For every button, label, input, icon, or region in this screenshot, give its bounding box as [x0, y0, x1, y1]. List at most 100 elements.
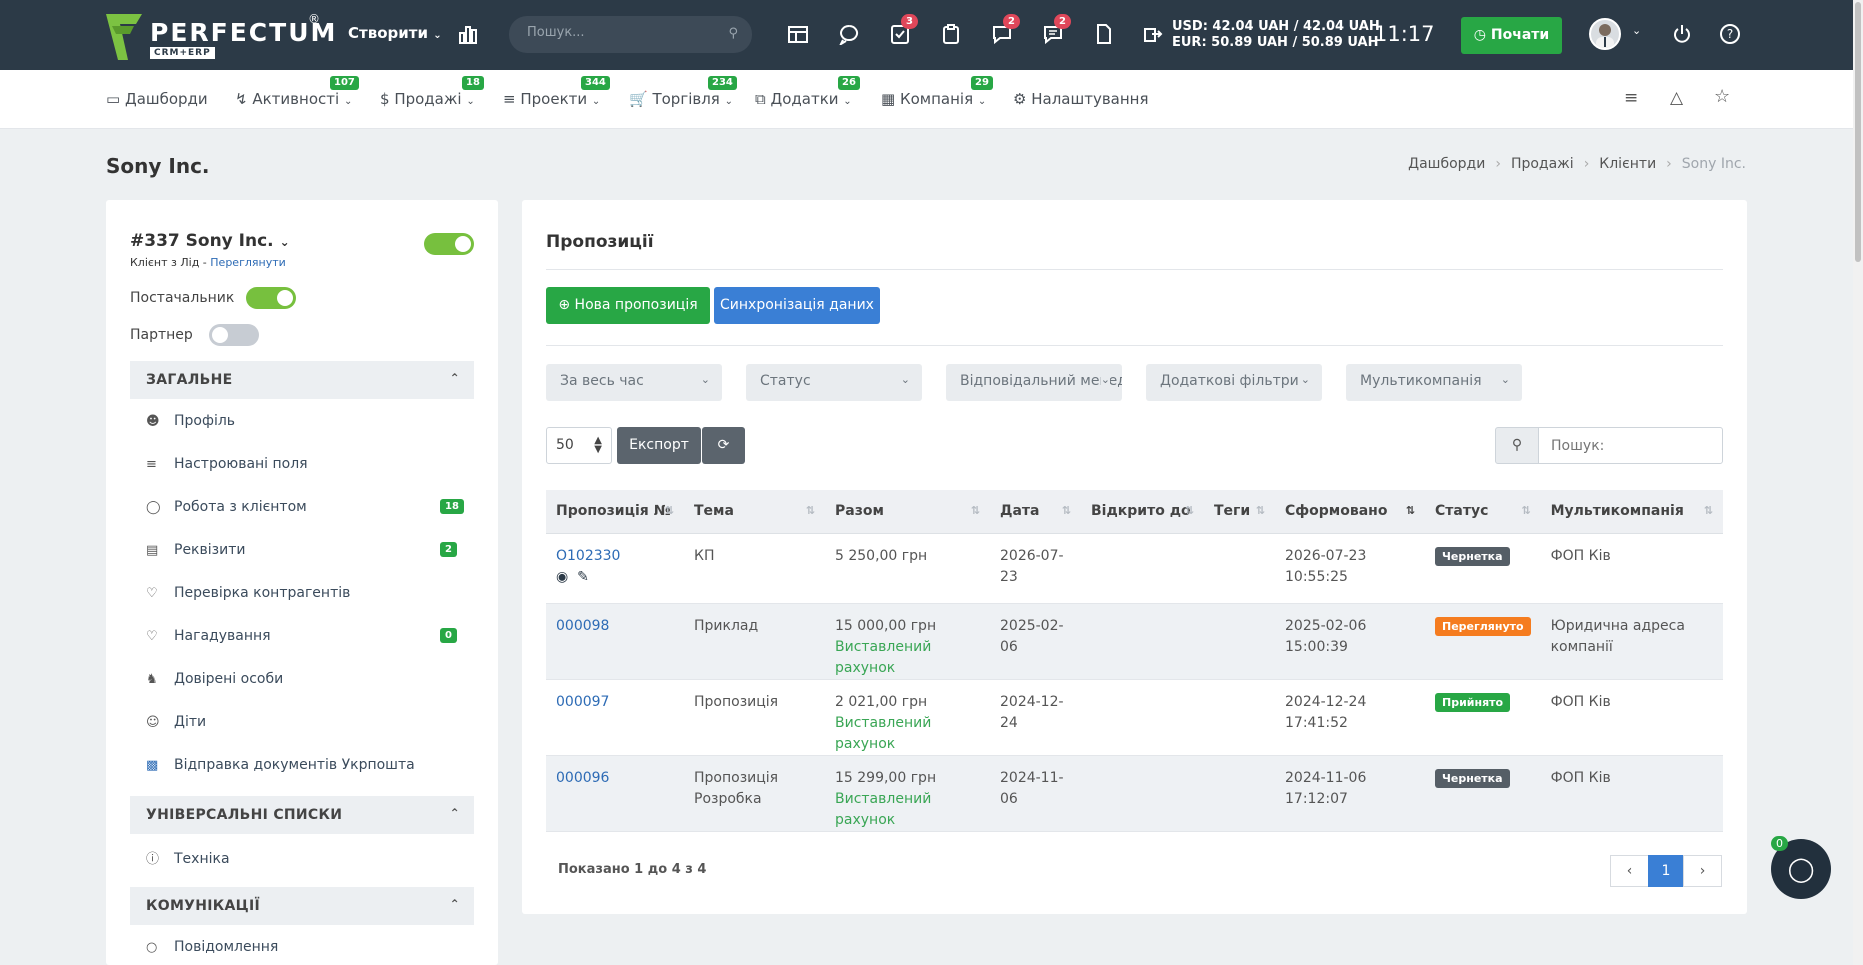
chat-icon[interactable]: 2	[990, 14, 1020, 47]
table-row[interactable]: 000096 Пропозиція Розробка 15 299,00 грн…	[546, 755, 1723, 832]
pagination-prev[interactable]: ‹	[1610, 855, 1649, 887]
table-row[interactable]: 000098 Приклад 15 000,00 грн Виставлений …	[546, 603, 1723, 680]
proposal-number-link[interactable]: 000098	[556, 618, 609, 634]
client-origin-link[interactable]: Переглянути	[210, 256, 285, 269]
help-icon[interactable]: ?	[1718, 23, 1742, 47]
menu-item-settings[interactable]: ⚙ Налаштування	[1013, 90, 1149, 108]
column-header-date[interactable]: Дата ⇅	[990, 490, 1081, 534]
section-general[interactable]: ЗАГАЛЬНЕ ⌃	[130, 361, 474, 399]
menu-item-dashboards[interactable]: ▭ Дашборди	[106, 90, 208, 108]
sidebar-item-reminders[interactable]: ♡ Нагадування	[146, 628, 271, 644]
tasks-icon[interactable]: 3	[888, 14, 918, 47]
client-name-dropdown[interactable]: #337 Sony Inc. ⌄	[130, 231, 290, 251]
column-header-created[interactable]: Сформовано ⇅	[1275, 490, 1425, 534]
filter-multicompany[interactable]: Мультикомпанія ⌄	[1346, 364, 1522, 401]
sync-data-button[interactable]: Синхронізація даних	[714, 287, 880, 324]
sidebar-item-requisites[interactable]: ▤ Реквізити	[146, 542, 245, 558]
layers-icon[interactable]: ≡	[1624, 88, 1638, 108]
clipboard-icon[interactable]	[939, 23, 963, 47]
search-icon[interactable]: ⚲	[728, 26, 738, 41]
invoice-status[interactable]: Виставлений рахунок	[835, 715, 931, 752]
menu-item-projects[interactable]: ≡ Проекти ⌄ 344	[503, 76, 610, 108]
section-title: КОМУНІКАЦІЇ	[146, 898, 260, 914]
filter-manager[interactable]: Відповідальний менеджер⌄	[946, 364, 1122, 401]
column-header-status[interactable]: Статус ⇅	[1425, 490, 1541, 534]
column-header-open-until[interactable]: Відкрито до ⇅	[1081, 490, 1204, 534]
messages-icon[interactable]: 2	[1041, 14, 1071, 47]
avatar[interactable]	[1589, 18, 1621, 50]
export-button[interactable]: Експорт	[617, 427, 701, 464]
column-header-multicompany[interactable]: Мультикомпанія ⇅	[1540, 490, 1723, 534]
star-icon[interactable]: ☆	[1714, 86, 1730, 107]
edit-icon[interactable]: ✎	[577, 569, 589, 585]
document-icon[interactable]	[1092, 23, 1116, 47]
page-scrollbar[interactable]	[1853, 0, 1863, 965]
filter-status[interactable]: Статус ⌄	[746, 364, 922, 401]
chart-icon[interactable]	[456, 23, 480, 47]
filter-extra[interactable]: Додаткові фільтри ⌄	[1146, 364, 1322, 401]
proposal-tags	[1204, 755, 1275, 832]
menu-item-trade[interactable]: 🛒 Торгівля ⌄ 234	[629, 76, 737, 108]
menu-item-company[interactable]: ▦ Компанія ⌄ 29	[881, 76, 993, 108]
global-search-input[interactable]	[527, 25, 707, 40]
table-row[interactable]: O102330 ◉ ✎ КП 5 250,00 грн 2026-07-23 20…	[546, 533, 1723, 604]
column-header-number[interactable]: Пропозиція № ⇅	[546, 490, 684, 534]
breadcrumb-item[interactable]: Клієнти	[1599, 156, 1656, 172]
proposal-number-link[interactable]: 000096	[556, 770, 609, 786]
power-icon[interactable]	[1670, 23, 1694, 47]
client-active-toggle[interactable]	[424, 233, 474, 255]
proposal-subject[interactable]: Приклад	[684, 603, 825, 680]
column-label: Мультикомпанія	[1550, 503, 1684, 520]
sidebar-item-profile[interactable]: ☻ Профіль	[146, 413, 235, 429]
table-row[interactable]: 000097 Пропозиція 2 021,00 грн Виставлени…	[546, 679, 1723, 756]
invoice-status[interactable]: Виставлений рахунок	[835, 639, 931, 676]
menu-badge: 107	[330, 76, 359, 90]
column-header-tags[interactable]: Теги ⇅	[1204, 490, 1275, 534]
table-search-input[interactable]	[1538, 427, 1723, 464]
breadcrumb-item[interactable]: Дашборди	[1408, 156, 1485, 172]
sidebar-item-equipment[interactable]: ⓘ Техніка	[146, 848, 230, 867]
sidebar-item-custom-fields[interactable]: ≡ Настроювані поля	[146, 456, 308, 472]
sidebar-item-messages[interactable]: ○ Повідомлення	[146, 939, 278, 955]
comment-icon[interactable]	[837, 23, 861, 47]
partner-toggle[interactable]	[209, 324, 259, 346]
section-communications[interactable]: КОМУНІКАЦІЇ ⌃	[130, 887, 474, 925]
eye-icon[interactable]: ◉	[556, 569, 568, 585]
proposal-subject[interactable]: КП	[684, 533, 825, 604]
sidebar-item-children[interactable]: ☺ Діти	[146, 714, 206, 730]
pagination-next[interactable]: ›	[1683, 855, 1722, 887]
global-search[interactable]: ⚲	[509, 16, 752, 53]
scrollbar-thumb[interactable]	[1855, 2, 1861, 262]
menu-item-sales[interactable]: $ Продажі ⌄ 18	[380, 76, 484, 108]
proposal-subject[interactable]: Пропозиція	[684, 679, 825, 756]
sidebar-item-ukrposhta[interactable]: ▩ Відправка документів Укрпошта	[146, 757, 415, 773]
start-timer-button[interactable]: ◷ Почати	[1461, 17, 1562, 54]
calendar-icon[interactable]	[786, 23, 810, 47]
column-label: Пропозиція №	[556, 503, 671, 520]
exchange-icon[interactable]	[1141, 23, 1165, 47]
sidebar-item-client-work[interactable]: ◯ Робота з клієнтом	[146, 499, 307, 515]
fire-icon[interactable]: △	[1670, 88, 1683, 108]
proposal-number-link[interactable]: O102330	[556, 548, 620, 564]
section-universal-lists[interactable]: УНІВЕРСАЛЬНІ СПИСКИ ⌃	[130, 796, 474, 834]
supplier-toggle[interactable]	[246, 287, 296, 309]
proposal-subject[interactable]: Пропозиція Розробка	[684, 755, 825, 832]
menu-item-addons[interactable]: ⧉ Додатки ⌄ 26	[755, 76, 860, 108]
page-size-select[interactable]: 50 ▲ ▼	[546, 427, 612, 464]
proposal-date: 2026-07-23	[990, 533, 1081, 604]
logo[interactable]: PERFECTUM CRM+ERP ®	[106, 12, 335, 60]
sidebar-item-counterparty-check[interactable]: ♡ Перевірка контрагентів	[146, 585, 350, 601]
sidebar-item-trusted-persons[interactable]: ♞ Довірені особи	[146, 671, 283, 687]
new-proposal-button[interactable]: ⊕ Нова пропозиція	[546, 287, 710, 324]
pagination-page[interactable]: 1	[1648, 855, 1684, 887]
menu-item-activities[interactable]: ↯ Активності ⌄ 107	[235, 76, 359, 108]
proposal-number-link[interactable]: 000097	[556, 694, 609, 710]
invoice-status[interactable]: Виставлений рахунок	[835, 791, 931, 828]
breadcrumb-item[interactable]: Продажі	[1511, 156, 1574, 172]
refresh-button[interactable]: ⟳	[702, 427, 745, 464]
chevron-down-icon[interactable]: ⌄	[1632, 24, 1641, 37]
filter-period[interactable]: За весь час ⌄	[546, 364, 722, 401]
column-header-total[interactable]: Разом ⇅	[825, 490, 990, 534]
column-header-subject[interactable]: Тема ⇅	[684, 490, 825, 534]
create-menu[interactable]: Створити ⌄	[348, 24, 442, 42]
